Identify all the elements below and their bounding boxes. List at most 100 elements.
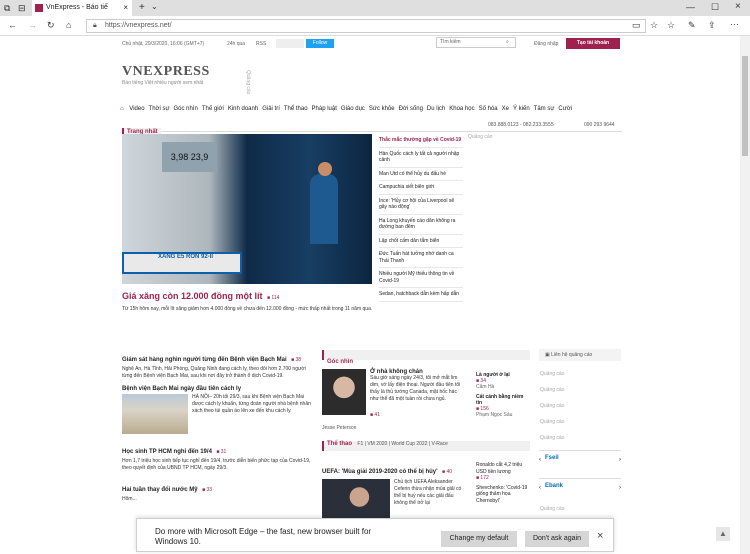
next-arrow-icon[interactable]: › (619, 485, 621, 491)
dont-ask-again-button[interactable]: Don't ask again (525, 531, 589, 547)
opinion-side-title[interactable]: Cất cánh bằng niềm tin (476, 394, 528, 406)
nav-item[interactable]: Giải trí (262, 106, 280, 112)
nav-item[interactable]: Video (129, 106, 144, 112)
sports-side-title[interactable]: Ronaldo cắt 4,2 triệu USD tiền lương (476, 462, 530, 475)
nav-item[interactable]: Pháp luật (312, 106, 337, 112)
list-item[interactable]: Campuchia siết biên giới (379, 181, 463, 195)
scroll-to-top-icon[interactable]: ▲ (716, 527, 730, 541)
opinion-side-author[interactable]: Phạm Ngọc Sáu (476, 412, 528, 418)
nav-item[interactable]: Khoa học (449, 106, 474, 112)
nav-item[interactable]: Góc nhìn (174, 106, 198, 112)
forward-icon[interactable]: → (28, 21, 37, 30)
nav-item[interactable]: Cười (558, 106, 572, 112)
search-input[interactable]: Tìm kiếm (436, 37, 516, 48)
nav-item[interactable]: Kinh doanh (228, 106, 258, 112)
list-item[interactable]: Man Utd có thể hủy du đấu hè (379, 168, 463, 181)
browser-tab[interactable]: VnExpress - Báo tiế × (32, 0, 132, 16)
scrollbar-thumb[interactable] (742, 56, 748, 156)
author-avatar[interactable] (322, 369, 366, 415)
news-title[interactable]: Học sinh TP HCM nghỉ đến 19/4 (122, 449, 212, 455)
nav-item[interactable]: Thể thao (284, 106, 308, 112)
page-scrollbar[interactable] (740, 36, 750, 554)
facebook-like-box[interactable] (276, 39, 304, 48)
news-title[interactable]: Giám sát hàng nghìn người từng đến Bệnh … (122, 357, 287, 363)
tab-close-icon[interactable]: × (123, 0, 128, 16)
rss-link[interactable]: RSS (256, 41, 266, 47)
news-comments[interactable]: 31 (221, 449, 227, 455)
reading-view-icon[interactable]: ▭ (632, 21, 641, 30)
sports-thumbnail[interactable] (322, 479, 390, 519)
minimize-button[interactable]: — (686, 3, 695, 12)
list-item[interactable]: Đức Tuấn hát tưởng nhớ danh ca Thái Than… (379, 248, 463, 268)
new-tab-button[interactable]: + (139, 3, 145, 13)
nav-item[interactable]: Đời sống (399, 106, 423, 112)
section-goc-nhin[interactable]: Góc nhìn (324, 359, 353, 365)
sports-side-comments[interactable]: 172 (480, 475, 488, 481)
tab-preview-icon[interactable]: ⊟ (18, 4, 26, 13)
tab-strip: ⧉ ⊟ VnExpress - Báo tiế × + ⌄ — ☐ × (0, 0, 750, 16)
sports-tab[interactable]: VM 2020 (367, 441, 387, 447)
nav-item[interactable]: Du lịch (427, 106, 445, 112)
home-icon[interactable]: ⌂ (66, 21, 71, 30)
news-thumbnail[interactable] (122, 394, 188, 434)
home-nav-icon[interactable]: ⌂ (120, 106, 124, 112)
nav-item[interactable]: Giáo dục (341, 106, 365, 112)
news-comments[interactable]: 38 (296, 357, 302, 363)
vnexpress-logo[interactable]: VNEXPRESS Báo tiếng Việt nhiều người xem… (122, 64, 210, 86)
sports-tab[interactable]: World Cup 2022 (391, 441, 427, 447)
list-item[interactable]: Hạ Long khuyến cáo dân không ra đường ba… (379, 215, 463, 235)
tab-actions-icon[interactable]: ⧉ (4, 4, 10, 13)
nav-item[interactable]: Ý kiến (513, 106, 530, 112)
pen-icon[interactable]: ✎ (688, 21, 696, 30)
sports-comments[interactable]: 40 (446, 469, 452, 475)
url-field[interactable]: 🔒︎ https://vnexpress.net/ (86, 19, 646, 33)
list-item[interactable]: Lập chốt cấm dân tắm biển (379, 235, 463, 248)
nav-item[interactable]: Sức khỏe (369, 106, 395, 112)
sports-tab[interactable]: F1 (357, 441, 363, 447)
maximize-button[interactable]: ☐ (711, 3, 719, 12)
opinion-comments[interactable]: 41 (374, 412, 380, 418)
chevron-down-icon[interactable]: ⌄ (151, 3, 158, 11)
opinion-author[interactable]: Jesse Peterson (322, 425, 356, 431)
ad-contact-link[interactable]: ▣ Liên hệ quảng cáo (539, 349, 621, 361)
section-the-thao[interactable]: Thể thao (324, 441, 352, 447)
signup-button[interactable]: Tạo tài khoản (566, 38, 620, 49)
close-window-button[interactable]: × (735, 2, 741, 12)
list-item[interactable]: Nhiều người Mỹ thiếu thông tin về Covid-… (379, 268, 463, 288)
ad-label: Quảng cáo (540, 403, 565, 409)
prev-arrow-icon[interactable]: ‹ (539, 457, 541, 463)
refresh-icon[interactable]: ↻ (47, 21, 55, 30)
more-icon[interactable]: ··· (730, 20, 739, 29)
twitter-follow-button[interactable]: Follow (306, 39, 334, 48)
nav-item[interactable]: Số hóa (479, 106, 498, 112)
featured-comments[interactable]: 114 (271, 295, 279, 301)
featured-image[interactable]: 3,98 23,9 XĂNG E5 RON 92-II (122, 134, 372, 284)
list-item[interactable]: Hàn Quốc cách ly tất cả người nhập cảnh (379, 148, 463, 168)
nav-item[interactable]: Xe (502, 106, 509, 112)
back-icon[interactable]: ← (8, 21, 17, 30)
nav-item[interactable]: Thế giới (202, 106, 224, 112)
login-link[interactable]: Đăng nhập (534, 41, 558, 47)
news-title[interactable]: Bệnh viện Bạch Mai ngày đầu tiên cách ly (122, 386, 312, 392)
nav-item[interactable]: Thời sự (149, 106, 170, 112)
list-item[interactable]: Thắc mắc thường gặp về Covid-19 (379, 134, 463, 148)
favorites-hub-icon[interactable]: ☆ (667, 21, 675, 30)
latest-link[interactable]: 24h qua (227, 41, 245, 47)
change-default-button[interactable]: Change my default (441, 531, 517, 547)
nav-item[interactable]: Tâm sự (534, 106, 555, 112)
search-icon[interactable]: ⌕ (506, 39, 509, 45)
news-title[interactable]: Hai tuần thay đổi nước Mỹ (122, 487, 198, 493)
list-item[interactable]: Sedan, hatchback dẫn kèm hấp dẫn (379, 288, 463, 302)
news-comments[interactable]: 33 (207, 487, 213, 493)
opinion-side-author[interactable]: Cẩm Hà (476, 384, 528, 390)
banner-close-icon[interactable]: × (597, 530, 603, 542)
favorite-star-icon[interactable]: ☆ (650, 21, 658, 30)
featured-title[interactable]: Giá xăng còn 12.000 đồng một lít (122, 291, 263, 301)
list-item[interactable]: Ince: 'Hủy cơ hội của Liverpool sẽ gây n… (379, 195, 463, 215)
sports-tab[interactable]: V-Race (432, 441, 448, 447)
sports-title[interactable]: UEFA: 'Mùa giải 2019-2020 có thể bị hủy' (322, 469, 438, 475)
prev-arrow-icon[interactable]: ‹ (539, 485, 541, 491)
next-arrow-icon[interactable]: › (619, 457, 621, 463)
sports-side-title[interactable]: Shevchenko: 'Covid-19 giống thảm họa Che… (476, 485, 530, 505)
share-icon[interactable]: ⇪ (708, 21, 716, 30)
